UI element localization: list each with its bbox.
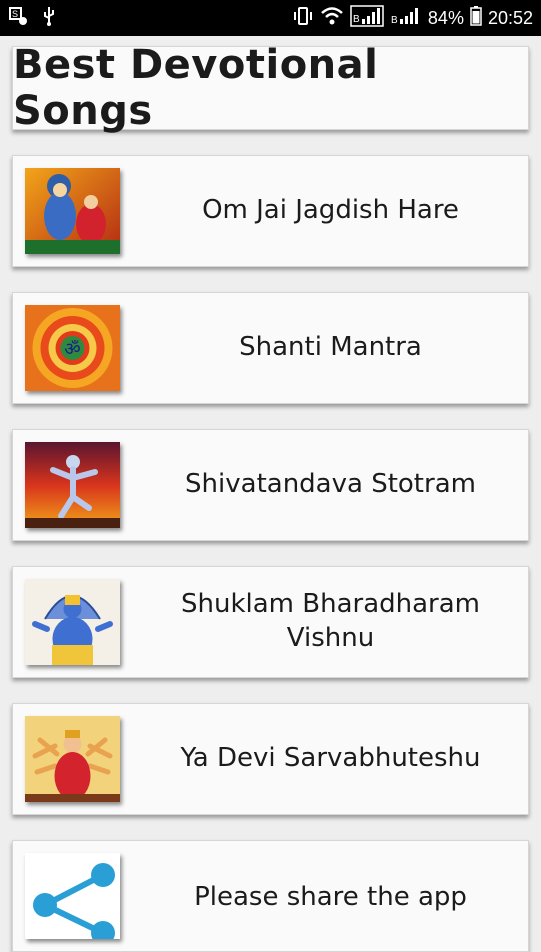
svg-text:B: B bbox=[353, 14, 360, 25]
song-title: Om Jai Jagdish Hare bbox=[202, 195, 459, 226]
share-icon bbox=[25, 853, 120, 939]
vibrate-icon bbox=[292, 6, 314, 31]
song-title: Ya Devi Sarvabhuteshu bbox=[180, 743, 481, 774]
battery-percent: 84% bbox=[427, 7, 464, 28]
song-title: Shuklam Bharadharam Vishnu bbox=[181, 589, 480, 653]
clock: 20:52 bbox=[487, 7, 533, 28]
page-title: Best Devotional Songs bbox=[13, 42, 379, 134]
nataraja-shiva-image bbox=[25, 442, 120, 528]
song-item-shivatandava-stotram[interactable]: Shivatandava Stotram bbox=[12, 429, 529, 541]
song-title: Shanti Mantra bbox=[239, 332, 422, 363]
song-item-ya-devi-sarvabhuteshu[interactable]: Ya Devi Sarvabhuteshu bbox=[12, 703, 529, 815]
song-item-om-jai-jagdish-hare[interactable]: Om Jai Jagdish Hare bbox=[12, 155, 529, 267]
song-item-shanti-mantra[interactable]: ॐ Shanti Mantra bbox=[12, 292, 529, 404]
durga-devi-image bbox=[25, 716, 120, 802]
song-item-share-app[interactable]: Please share the app bbox=[12, 840, 529, 952]
song-title: Shivatandava Stotram bbox=[185, 469, 476, 500]
notification-icon: S bbox=[8, 5, 30, 32]
svg-text:S: S bbox=[12, 9, 18, 19]
signal-icon: B bbox=[350, 4, 384, 32]
status-bar: S B B 84% 20:52 bbox=[0, 0, 541, 36]
usb-icon bbox=[42, 5, 56, 32]
vishnu-image bbox=[25, 579, 120, 665]
song-title: Please share the app bbox=[194, 882, 467, 912]
vishnu-lakshmi-image bbox=[25, 168, 120, 254]
app-header: Best Devotional Songs bbox=[12, 42, 529, 134]
battery-icon bbox=[470, 5, 482, 31]
om-mandala-image: ॐ bbox=[25, 305, 120, 391]
song-item-shuklam-bharadharam-vishnu[interactable]: Shuklam Bharadharam Vishnu bbox=[12, 566, 529, 678]
svg-text:B: B bbox=[391, 15, 398, 26]
wifi-icon bbox=[320, 6, 344, 31]
signal-icon: B bbox=[390, 5, 422, 32]
svg-text:ॐ: ॐ bbox=[64, 339, 80, 360]
